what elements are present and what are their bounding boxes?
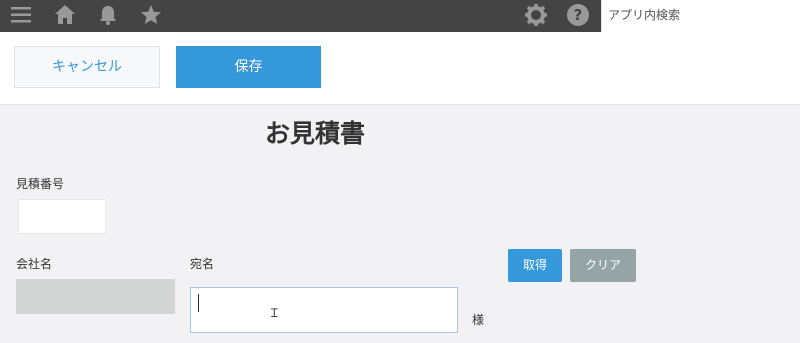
recipient-input[interactable]: Ɪ xyxy=(190,287,458,333)
company-field xyxy=(16,279,175,314)
cancel-button[interactable]: キャンセル xyxy=(14,46,160,88)
menu-icon[interactable] xyxy=(8,2,34,28)
company-label: 会社名 xyxy=(16,257,53,271)
honorific-label: 様 xyxy=(472,313,485,327)
save-button[interactable]: 保存 xyxy=(176,46,321,88)
ibeam-cursor-icon: Ɪ xyxy=(271,306,278,320)
clear-button[interactable]: クリア xyxy=(570,249,636,282)
home-icon[interactable] xyxy=(52,2,78,28)
page-title: お見積書 xyxy=(265,119,366,148)
app-search-input[interactable]: アプリ内検索 xyxy=(601,0,800,32)
estimate-number-label: 見積番号 xyxy=(16,177,65,191)
text-caret xyxy=(198,294,199,312)
record-toolbar: キャンセル 保存 xyxy=(0,32,800,105)
star-icon[interactable] xyxy=(138,2,164,28)
bell-icon[interactable] xyxy=(95,2,121,28)
recipient-label: 宛名 xyxy=(190,257,215,271)
svg-text:?: ? xyxy=(574,6,583,24)
help-icon[interactable]: ? xyxy=(565,2,591,28)
gear-icon[interactable] xyxy=(523,2,549,28)
estimate-number-field[interactable] xyxy=(18,199,106,234)
get-button[interactable]: 取得 xyxy=(508,249,562,282)
app-header: ? アプリ内検索 xyxy=(0,0,800,32)
